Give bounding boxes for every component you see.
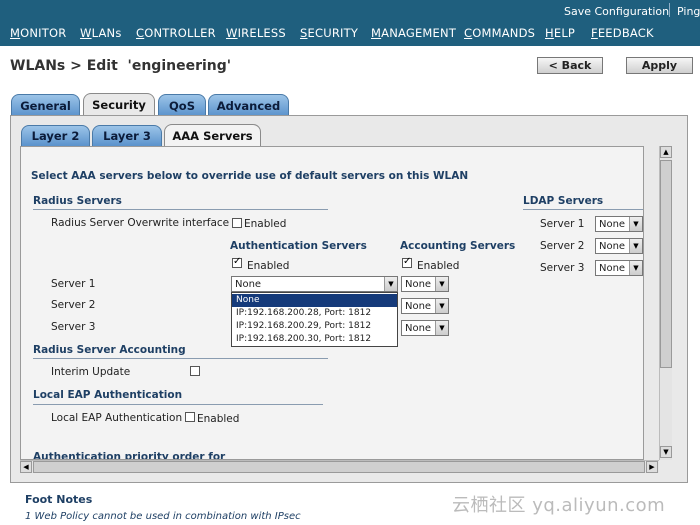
header-divider	[669, 3, 670, 17]
page-title: WLANs > Edit 'engineering'	[10, 58, 232, 74]
footnotes-heading: Foot Notes	[25, 493, 93, 506]
nav-feedback[interactable]: FEEDBACK	[591, 26, 654, 40]
tab-qos[interactable]: QoS	[158, 94, 206, 116]
vertical-scroll-thumb[interactable]	[660, 160, 672, 368]
chevron-down-icon: ▼	[629, 239, 642, 253]
radius-heading-rule	[33, 209, 328, 210]
nav-help[interactable]: HELP	[545, 26, 575, 40]
nav-monitor[interactable]: MONITOR	[10, 26, 66, 40]
overwrite-enabled-label: Enabled	[244, 218, 287, 230]
radius-accounting-heading: Radius Server Accounting	[33, 344, 186, 356]
server2-label: Server 2	[51, 299, 96, 311]
auth-enabled-label: Enabled	[247, 260, 290, 272]
scroll-up-icon[interactable]: ▲	[660, 146, 672, 158]
ldap-server2-select[interactable]: None ▼	[595, 238, 643, 254]
local-eap-heading-rule	[33, 404, 323, 405]
acct-server2-select[interactable]: None ▼	[401, 298, 449, 314]
acct-server3-select[interactable]: None ▼	[401, 320, 449, 336]
server3-label: Server 3	[51, 321, 96, 333]
acct-enabled-checkbox[interactable]	[402, 256, 412, 268]
ldap-server2-label: Server 2	[540, 240, 585, 252]
radius-servers-heading: Radius Servers	[33, 195, 122, 207]
ping-link[interactable]: Ping	[677, 5, 700, 18]
nav-management[interactable]: MANAGEMENT	[371, 26, 456, 40]
acct-server1-select[interactable]: None ▼	[401, 276, 449, 292]
chevron-down-icon: ▼	[384, 277, 397, 291]
ldap-servers-heading: LDAP Servers	[523, 195, 604, 207]
ldap-server3-select[interactable]: None ▼	[595, 260, 643, 276]
tab-general[interactable]: General	[11, 94, 80, 116]
priority-order-heading: Authentication priority order for	[33, 451, 226, 460]
ldap-server1-select[interactable]: None ▼	[595, 216, 643, 232]
ldap-server3-label: Server 3	[540, 262, 585, 274]
acct-servers-heading: Accounting Servers	[400, 240, 516, 252]
acct-enabled-label: Enabled	[417, 260, 460, 272]
chevron-down-icon: ▼	[435, 321, 448, 335]
aaa-intro-text: Select AAA servers below to override use…	[31, 170, 469, 182]
apply-button[interactable]: Apply	[626, 57, 693, 74]
scroll-right-icon[interactable]: ▶	[646, 461, 658, 473]
dropdown-option[interactable]: IP:192.168.200.28, Port: 1812	[232, 307, 397, 320]
scroll-left-icon[interactable]: ◀	[20, 461, 32, 473]
ldap-heading-rule	[523, 209, 643, 210]
nav-wlans[interactable]: WLANs	[80, 26, 122, 40]
dropdown-option[interactable]: IP:192.168.200.30, Port: 1812	[232, 333, 397, 346]
auth-servers-heading: Authentication Servers	[230, 240, 367, 252]
dropdown-option[interactable]: None	[232, 294, 397, 307]
chevron-down-icon: ▼	[629, 217, 642, 231]
save-configuration-link[interactable]: Save Configuration	[564, 5, 669, 18]
nav-security[interactable]: SECURITY	[300, 26, 358, 40]
back-button[interactable]: < Back	[537, 57, 603, 74]
footnote-1: 1 Web Policy cannot be used in combinati…	[25, 511, 301, 522]
subtab-layer3[interactable]: Layer 3	[92, 125, 162, 146]
auth-server1-select[interactable]: None ▼	[231, 276, 398, 292]
horizontal-scrollbar[interactable]: ◀ ▶	[20, 460, 659, 473]
dropdown-option[interactable]: IP:192.168.200.29, Port: 1812	[232, 320, 397, 333]
tab-security[interactable]: Security	[83, 93, 155, 116]
server1-label: Server 1	[51, 278, 96, 290]
ldap-server1-label: Server 1	[540, 218, 585, 230]
nav-wireless[interactable]: WIRELESS	[226, 26, 286, 40]
chevron-down-icon: ▼	[435, 277, 448, 291]
overwrite-interface-checkbox[interactable]	[232, 218, 242, 228]
chevron-down-icon: ▼	[435, 299, 448, 313]
vertical-scrollbar[interactable]: ▲ ▼	[659, 146, 672, 460]
local-eap-checkbox[interactable]	[185, 412, 195, 422]
accounting-heading-rule	[33, 358, 328, 359]
local-eap-enabled-label: Enabled	[197, 413, 240, 425]
scroll-down-icon[interactable]: ▼	[660, 446, 672, 458]
subtab-aaa-servers[interactable]: AAA Servers	[164, 124, 261, 147]
nav-commands[interactable]: COMMANDS	[464, 26, 535, 40]
overwrite-interface-label: Radius Server Overwrite interface	[51, 217, 230, 229]
chevron-down-icon: ▼	[629, 261, 642, 275]
auth-server1-dropdown-list[interactable]: None IP:192.168.200.28, Port: 1812 IP:19…	[231, 292, 398, 347]
auth-enabled-checkbox[interactable]	[232, 256, 242, 268]
local-eap-heading: Local EAP Authentication	[33, 389, 183, 401]
local-eap-label: Local EAP Authentication	[51, 412, 183, 424]
interim-update-checkbox[interactable]	[190, 366, 200, 376]
interim-update-label: Interim Update	[51, 366, 131, 378]
tab-advanced[interactable]: Advanced	[208, 94, 289, 116]
nav-controller[interactable]: CONTROLLER	[136, 26, 216, 40]
subtab-layer2[interactable]: Layer 2	[21, 125, 90, 146]
horizontal-scroll-thumb[interactable]	[33, 461, 645, 473]
watermark: 云栖社区 yq.aliyun.com	[452, 495, 666, 516]
